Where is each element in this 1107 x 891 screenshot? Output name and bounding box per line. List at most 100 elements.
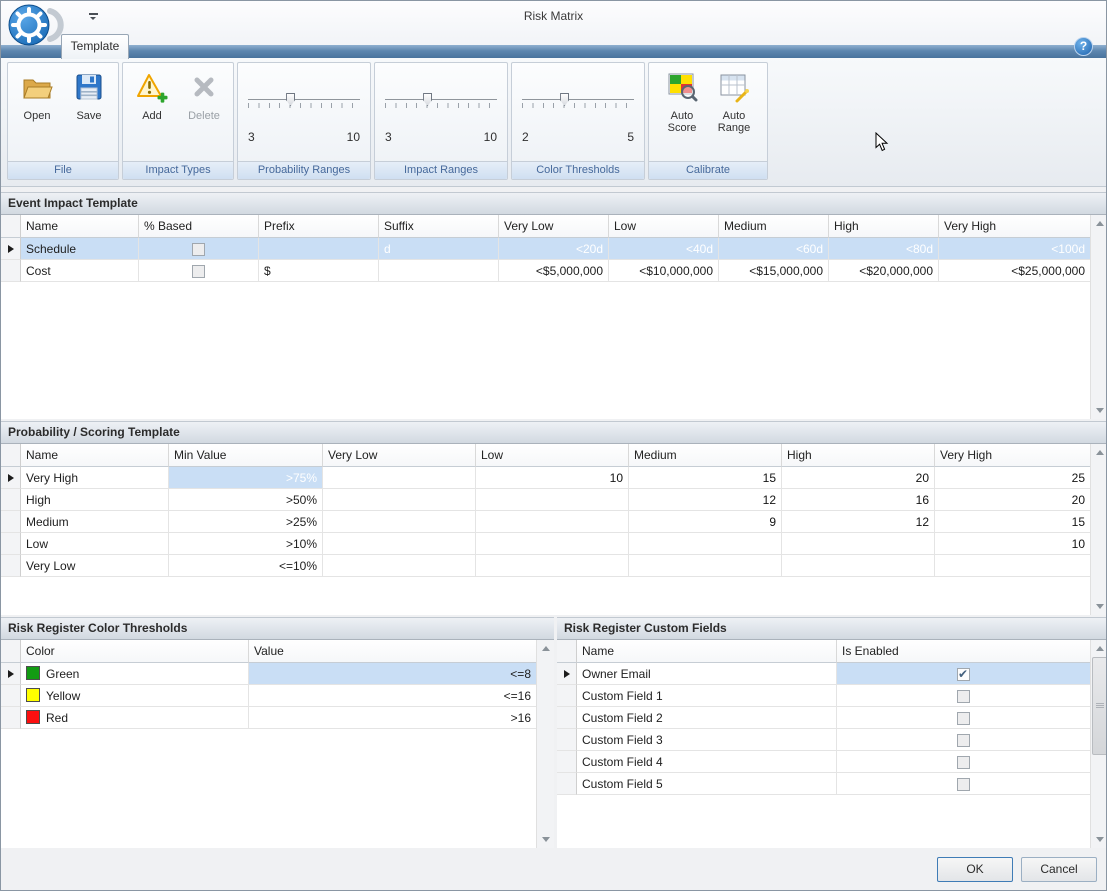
cell-name[interactable]: Very High [21, 467, 169, 489]
cell-name[interactable]: Custom Field 3 [577, 729, 837, 751]
row-selector[interactable] [1, 533, 21, 555]
score-cell[interactable]: 12 [629, 489, 782, 511]
column-header-very-high[interactable]: Very High [939, 215, 1091, 238]
is-enabled-checkbox[interactable] [957, 690, 970, 703]
column-header-is-enabled[interactable]: Is Enabled [837, 640, 1091, 663]
column-header-low[interactable]: Low [476, 444, 629, 467]
cell-color[interactable]: Yellow [21, 685, 249, 707]
row-selector[interactable] [557, 729, 577, 751]
cell-min-value[interactable]: >25% [169, 511, 323, 533]
is-enabled-checkbox[interactable] [957, 778, 970, 791]
scroll-up-button[interactable] [1091, 215, 1107, 232]
score-cell[interactable]: 20 [935, 489, 1091, 511]
cell-name[interactable]: High [21, 489, 169, 511]
cell-value[interactable]: >16 [249, 707, 537, 729]
score-cell[interactable]: 16 [782, 489, 935, 511]
cell-pct-based[interactable] [139, 260, 259, 282]
cell-name[interactable]: Medium [21, 511, 169, 533]
score-cell[interactable]: 6 [629, 533, 782, 555]
cell-value[interactable]: <=16 [249, 685, 537, 707]
row-selector[interactable] [1, 685, 21, 707]
is-enabled-checkbox[interactable] [957, 712, 970, 725]
cell-low[interactable]: <$10,000,000 [609, 260, 719, 282]
threshold-row-green[interactable]: Green <=8 [1, 663, 537, 685]
score-cell[interactable]: 10 [935, 533, 1091, 555]
add-impact-type-button[interactable]: Add [127, 68, 177, 125]
cell-is-enabled[interactable] [837, 751, 1091, 773]
probability-row-very-low[interactable]: Very Low <=10% 1 2 3 4 5 [1, 555, 1091, 577]
score-cell[interactable]: 5 [323, 467, 476, 489]
scroll-up-button[interactable] [1091, 640, 1107, 657]
cell-prefix[interactable]: $ [259, 260, 379, 282]
score-cell[interactable]: 8 [476, 489, 629, 511]
custom-field-row-2[interactable]: Custom Field 2 [557, 707, 1091, 729]
is-enabled-checkbox[interactable] [957, 668, 970, 681]
scroll-down-button[interactable] [537, 831, 554, 848]
score-cell[interactable]: 15 [629, 467, 782, 489]
column-header-prefix[interactable]: Prefix [259, 215, 379, 238]
quick-access-dropdown-icon[interactable] [89, 13, 98, 23]
score-cell[interactable]: 9 [629, 511, 782, 533]
column-header-name[interactable]: Name [21, 215, 139, 238]
probability-ranges-slider[interactable]: 3 10 [238, 63, 370, 144]
cell-very-low[interactable]: <20d [499, 238, 609, 260]
cell-is-enabled[interactable] [837, 685, 1091, 707]
impact-ranges-slider[interactable]: 3 10 [375, 63, 507, 144]
score-cell[interactable]: 15 [935, 511, 1091, 533]
cell-very-low[interactable]: <$5,000,000 [499, 260, 609, 282]
cell-suffix[interactable] [379, 260, 499, 282]
score-cell[interactable]: 3 [323, 511, 476, 533]
row-selector[interactable] [1, 467, 21, 489]
score-cell[interactable]: 6 [476, 511, 629, 533]
row-selector[interactable] [1, 511, 21, 533]
scroll-down-button[interactable] [1091, 598, 1107, 615]
row-selector[interactable] [1, 663, 21, 685]
score-cell[interactable]: 4 [782, 555, 935, 577]
help-button[interactable]: ? [1074, 37, 1093, 56]
column-header-high[interactable]: High [782, 444, 935, 467]
cell-name[interactable]: Cost [21, 260, 139, 282]
column-header-min-value[interactable]: Min Value [169, 444, 323, 467]
score-cell[interactable]: 8 [782, 533, 935, 555]
event-impact-row-cost[interactable]: Cost $ <$5,000,000 <$10,000,000 <$15,000… [1, 260, 1091, 282]
score-cell[interactable]: 4 [323, 489, 476, 511]
column-header-value[interactable]: Value [249, 640, 537, 663]
scroll-up-button[interactable] [537, 640, 554, 657]
row-selector[interactable] [557, 751, 577, 773]
custom-field-row-4[interactable]: Custom Field 4 [557, 751, 1091, 773]
column-header-very-high[interactable]: Very High [935, 444, 1091, 467]
score-cell[interactable]: 1 [323, 555, 476, 577]
custom-field-row-3[interactable]: Custom Field 3 [557, 729, 1091, 751]
cell-min-value[interactable]: <=10% [169, 555, 323, 577]
ok-button[interactable]: OK [937, 857, 1013, 882]
cell-medium[interactable]: <60d [719, 238, 829, 260]
cell-name[interactable]: Custom Field 4 [577, 751, 837, 773]
row-selector[interactable] [1, 489, 21, 511]
scrollbar-thumb[interactable] [1092, 657, 1107, 755]
cell-name[interactable]: Owner Email [577, 663, 837, 685]
custom-field-row-5[interactable]: Custom Field 5 [557, 773, 1091, 795]
score-cell[interactable]: 3 [629, 555, 782, 577]
is-enabled-checkbox[interactable] [957, 734, 970, 747]
cell-value[interactable]: <=8 [249, 663, 537, 685]
pct-based-checkbox[interactable] [192, 265, 205, 278]
column-header-high[interactable]: High [829, 215, 939, 238]
column-header-name[interactable]: Name [577, 640, 837, 663]
event-impact-row-schedule[interactable]: Schedule d <20d <40d <60d <80d <100d [1, 238, 1091, 260]
cell-very-high[interactable]: <$25,000,000 [939, 260, 1091, 282]
score-cell[interactable]: 4 [476, 533, 629, 555]
score-cell[interactable]: 10 [476, 467, 629, 489]
threshold-row-yellow[interactable]: Yellow <=16 [1, 685, 537, 707]
cell-min-value[interactable]: >75% [169, 467, 323, 489]
custom-field-row-1[interactable]: Custom Field 1 [557, 685, 1091, 707]
scroll-down-button[interactable] [1091, 402, 1107, 419]
slider-track[interactable] [522, 99, 634, 100]
cell-name[interactable]: Low [21, 533, 169, 555]
cell-name[interactable]: Custom Field 2 [577, 707, 837, 729]
row-selector[interactable] [557, 685, 577, 707]
row-selector[interactable] [557, 773, 577, 795]
cell-pct-based[interactable] [139, 238, 259, 260]
probability-row-low[interactable]: Low >10% 2 4 6 8 10 [1, 533, 1091, 555]
save-button[interactable]: Save [64, 68, 114, 125]
slider-track[interactable] [385, 99, 497, 100]
